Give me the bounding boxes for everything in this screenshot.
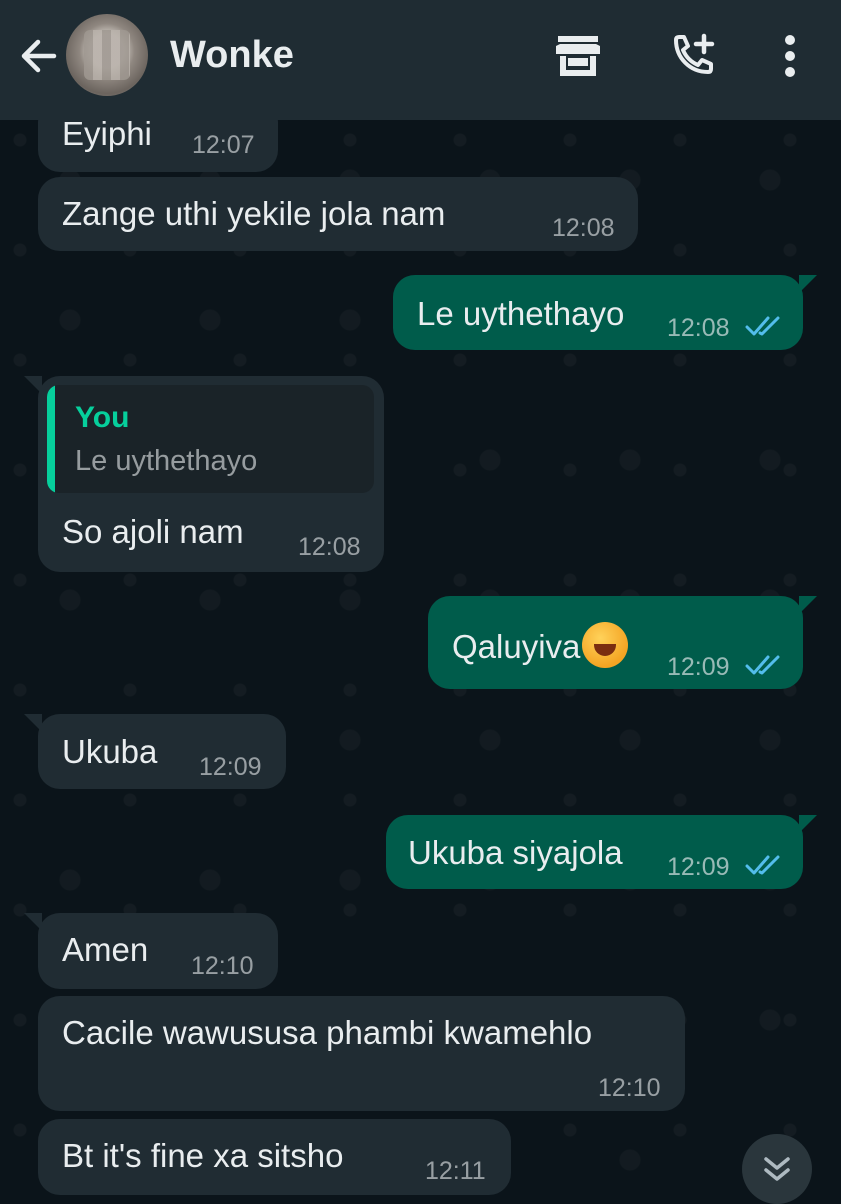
quoted-message[interactable]: You Le uythethayo: [47, 385, 374, 493]
message-text: Bt it's fine xa sitsho: [62, 1137, 344, 1174]
laughing-emoji-icon: [582, 622, 629, 668]
overflow-menu-button[interactable]: [764, 30, 816, 82]
message-time: 12:09: [667, 853, 730, 881]
store-icon: [556, 36, 600, 76]
incoming-message[interactable]: Ukuba 12:09: [24, 714, 286, 789]
quote-author: You: [75, 401, 130, 434]
message-text-content: Qaluyiva: [452, 628, 581, 665]
message-text: Ukuba siyajola: [408, 834, 623, 871]
message-time: 12:11: [425, 1157, 486, 1185]
message-text: Ukuba: [62, 733, 158, 770]
message-text: Cacile wawususa phambi kwamehlo: [62, 1014, 593, 1051]
contact-avatar[interactable]: [66, 14, 148, 96]
message-text: Le uythethayo: [417, 295, 625, 332]
message-time: 12:10: [598, 1074, 661, 1102]
message-text: Zange uthi yekile jola nam: [62, 195, 446, 232]
contact-name[interactable]: Wonke: [170, 34, 294, 77]
back-button[interactable]: [14, 32, 62, 80]
message-text: Amen: [62, 931, 149, 968]
scroll-to-bottom-button[interactable]: [742, 1134, 812, 1204]
read-ticks-icon: [745, 855, 780, 875]
outgoing-message[interactable]: Ukuba siyajola 12:09: [386, 815, 817, 889]
message-time: 12:07: [192, 131, 255, 159]
quote-text: Le uythethayo: [75, 445, 258, 477]
add-call-icon: [674, 33, 715, 74]
message-time: 12:08: [667, 314, 730, 342]
message-time: 12:09: [667, 653, 730, 681]
incoming-reply-message[interactable]: You Le uythethayo So ajoli nam 12:08: [24, 376, 384, 572]
incoming-message[interactable]: Zange uthi yekile jola nam 12:08: [38, 177, 638, 251]
outgoing-message[interactable]: Qaluyiva 12:09: [428, 596, 817, 689]
incoming-message[interactable]: Bt it's fine xa sitsho 12:11: [38, 1119, 511, 1195]
message-time: 12:10: [191, 952, 254, 980]
message-time: 12:08: [298, 533, 361, 561]
incoming-message[interactable]: Amen 12:10: [24, 913, 278, 989]
chat-header: Wonke: [0, 0, 841, 120]
message-text: Eyiphi: [62, 115, 152, 152]
outgoing-message[interactable]: Le uythethayo 12:08: [393, 275, 817, 350]
add-call-button[interactable]: [666, 30, 718, 82]
read-ticks-icon: [745, 655, 780, 675]
message-time: 12:08: [552, 214, 615, 242]
arrow-left-icon: [21, 39, 57, 73]
read-ticks-icon: [745, 316, 780, 336]
more-vertical-icon: [785, 35, 795, 77]
message-text: So ajoli nam: [62, 513, 244, 550]
store-button[interactable]: [552, 30, 604, 82]
message-time: 12:09: [199, 753, 262, 781]
chevrons-down-icon: [764, 1157, 790, 1181]
message-text: Qaluyiva: [452, 622, 629, 668]
incoming-message[interactable]: Cacile wawususa phambi kwamehlo 12:10: [38, 996, 685, 1111]
